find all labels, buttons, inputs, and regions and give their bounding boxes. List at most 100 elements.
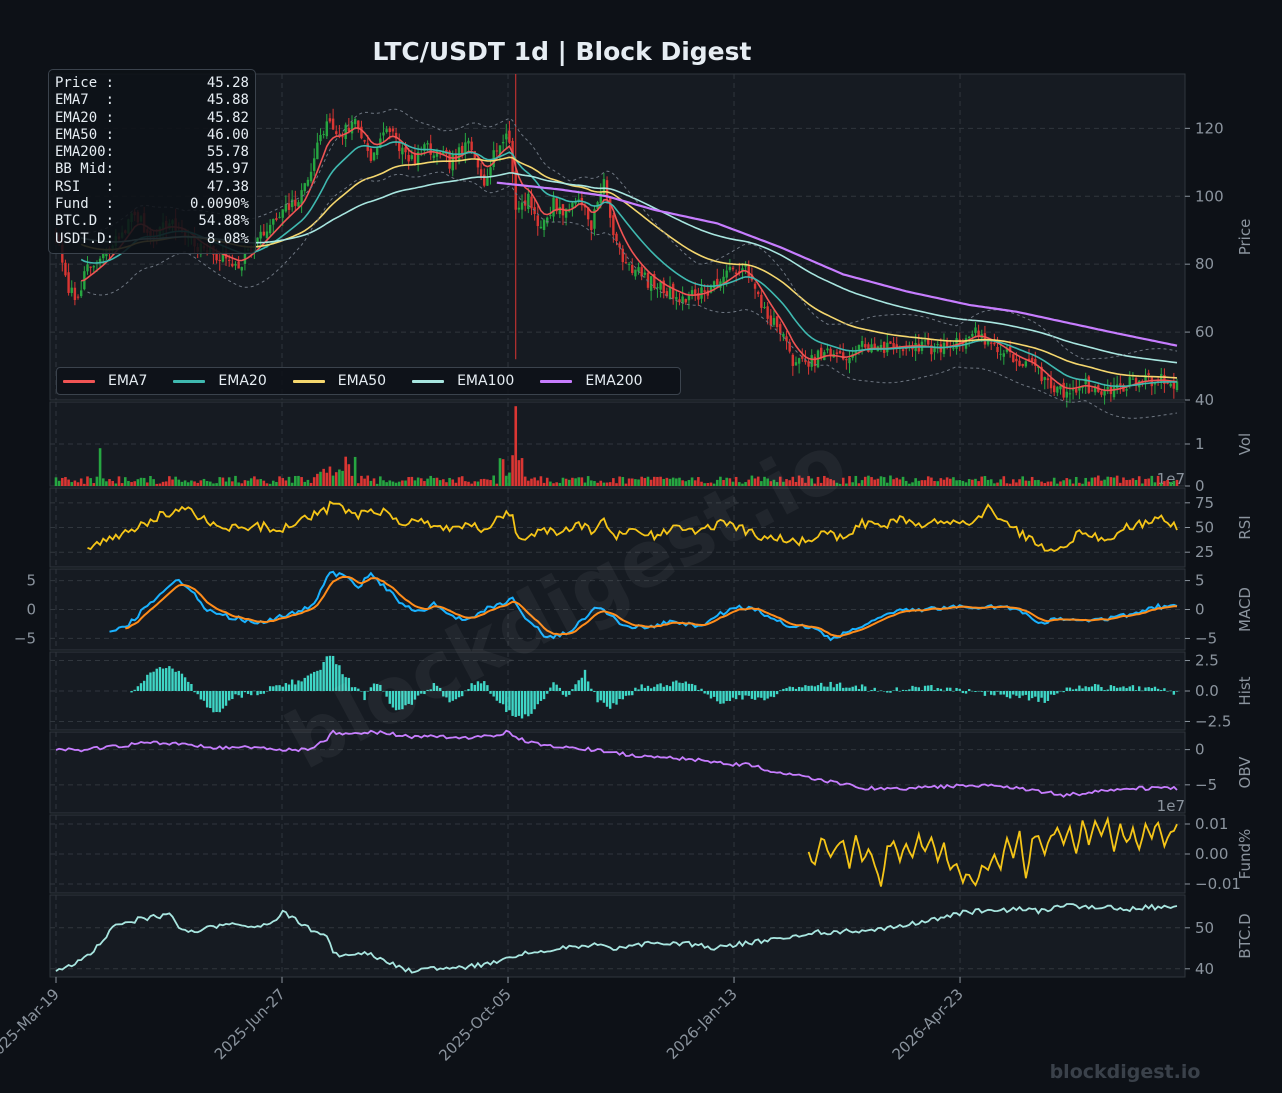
hist-bar [577, 680, 580, 691]
tick-label: 0 [1195, 477, 1205, 495]
hist-bar [224, 691, 228, 706]
candle-body [842, 352, 845, 360]
candle-body [306, 179, 310, 186]
volume-bar [1071, 483, 1075, 486]
candle-body [76, 296, 80, 298]
hist-bar [187, 681, 190, 691]
hist-bar [835, 683, 839, 691]
hist-bar [637, 689, 640, 691]
hist-bar [1093, 684, 1097, 691]
volume-bar [652, 476, 656, 486]
hist-bar [829, 681, 832, 691]
volume-bar [492, 475, 495, 486]
candle-body [756, 291, 760, 295]
candle-body [1021, 363, 1024, 367]
volume-bar [961, 480, 965, 486]
hist-bar [876, 691, 880, 692]
hist-bar [615, 691, 618, 705]
info-value: 45.82 [206, 109, 249, 126]
hist-bar [769, 691, 772, 697]
hist-bar [725, 691, 728, 701]
volume-bar [1052, 477, 1056, 486]
hist-bar [794, 688, 798, 691]
candle-body [577, 199, 580, 201]
candle-body [681, 296, 684, 304]
candle-body [766, 306, 769, 319]
candle-body [347, 127, 351, 131]
volume-bar [1125, 479, 1128, 486]
volume-bar [142, 477, 146, 486]
volume-bar [649, 479, 653, 486]
candle-body [552, 197, 555, 217]
candle-body [350, 121, 354, 134]
volume-bar [989, 479, 993, 486]
hist-bar [996, 691, 999, 692]
hist-bar [1125, 688, 1128, 691]
hist-bar [536, 691, 539, 705]
volume-bar [432, 478, 436, 486]
hist-bar [1049, 691, 1053, 695]
volume-bar [394, 482, 398, 486]
volume-bar [1068, 479, 1072, 486]
candle-body [599, 191, 602, 204]
volume-bar [1062, 480, 1065, 486]
hist-bar [753, 691, 757, 700]
candle-body [1125, 389, 1128, 391]
volume-bar [904, 480, 908, 486]
hist-bar [1163, 688, 1166, 691]
hist-bar [539, 691, 543, 701]
volume-bar [1134, 480, 1138, 486]
volume-bar [942, 479, 946, 486]
volume-bar [590, 480, 593, 486]
hist-bar [599, 691, 602, 701]
info-value: 45.28 [206, 75, 249, 91]
hist-bar [250, 691, 253, 696]
hist-bar [939, 688, 943, 691]
hist-bar [593, 691, 596, 693]
hist-bar [1134, 690, 1138, 691]
volume-bar [662, 478, 666, 486]
volume-bar [202, 478, 206, 486]
volume-bar [460, 476, 464, 486]
volume-bar [426, 478, 429, 486]
volume-bar [583, 482, 587, 486]
hist-bar [583, 669, 587, 691]
candle-body [838, 351, 842, 354]
hist-bar [1156, 688, 1160, 691]
volume-bar [83, 483, 86, 486]
candle-body [826, 348, 829, 351]
hist-bar [904, 690, 908, 691]
volume-bar [495, 483, 499, 486]
volume-bar [180, 481, 184, 486]
volume-bar [334, 472, 338, 486]
hist-bar [130, 691, 133, 693]
volume-bar [1163, 481, 1166, 486]
legend-swatch [173, 379, 206, 383]
volume-bar [630, 478, 634, 486]
volume-bar [95, 476, 99, 486]
hist-bar [590, 688, 593, 691]
volume-bar [306, 479, 310, 486]
hist-bar [971, 690, 974, 692]
candle-body [275, 218, 278, 220]
volume-bar [1030, 476, 1034, 486]
volume-bar [498, 458, 502, 486]
volume-bar [1002, 476, 1006, 486]
hist-bar [964, 691, 968, 694]
candle-body [508, 130, 511, 143]
hist-bar [517, 691, 521, 716]
tick-label: 120 [1195, 119, 1224, 137]
volume-bar [105, 481, 108, 486]
volume-bar [681, 480, 684, 486]
hist-bar [193, 691, 196, 693]
volume-bar [356, 483, 360, 486]
candle-body [618, 243, 621, 248]
volume-bar [473, 481, 477, 486]
hist-bar [763, 691, 766, 701]
hist-bar [845, 687, 848, 691]
hist-bar [199, 691, 203, 700]
hist-bar [174, 671, 177, 691]
candle-body [1012, 354, 1015, 363]
hist-bar [265, 691, 269, 692]
hist-bar [155, 668, 158, 691]
